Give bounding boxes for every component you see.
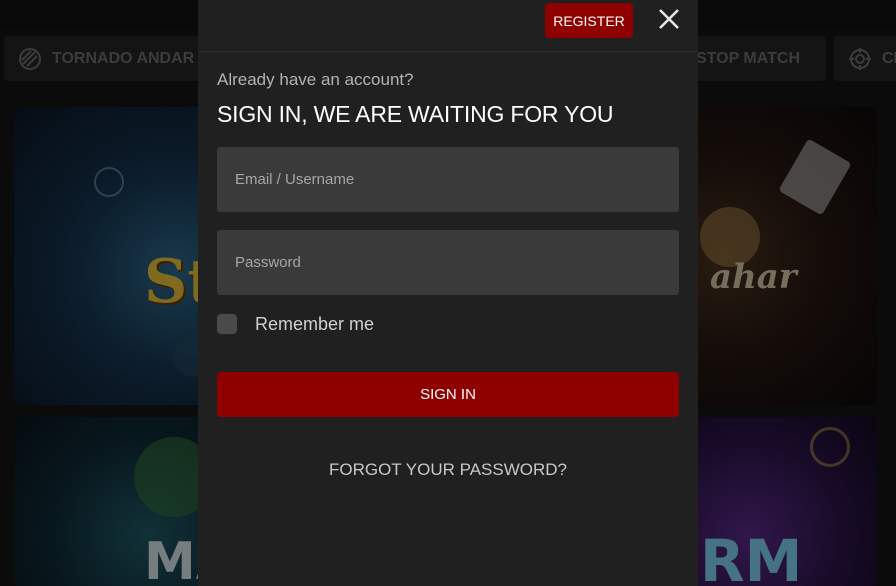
modal-subtitle: Already have an account? — [217, 70, 414, 89]
forgot-password-link[interactable]: FORGOT YOUR PASSWORD? — [198, 460, 698, 480]
password-input[interactable] — [217, 230, 679, 295]
remember-me-toggle[interactable]: Remember me — [217, 313, 374, 335]
modal-title: SIGN IN, WE ARE WAITING FOR YOU — [217, 101, 614, 127]
register-button[interactable]: REGISTER — [545, 3, 633, 38]
email-username-input[interactable] — [217, 147, 679, 212]
sign-in-modal: REGISTER Already have an account? SIGN I… — [198, 0, 698, 586]
remember-me-checkbox[interactable] — [217, 314, 237, 334]
close-icon — [659, 9, 679, 29]
close-button[interactable] — [656, 6, 682, 32]
sign-in-button[interactable]: SIGN IN — [217, 372, 679, 417]
modal-header: REGISTER — [198, 0, 698, 52]
remember-me-label: Remember me — [255, 313, 375, 334]
